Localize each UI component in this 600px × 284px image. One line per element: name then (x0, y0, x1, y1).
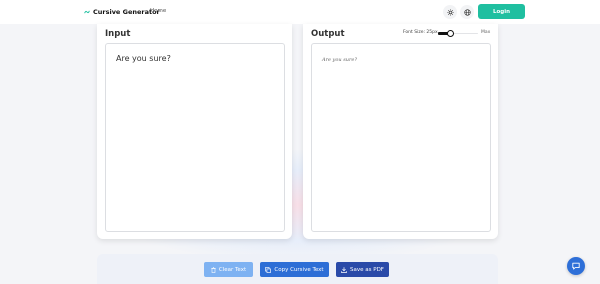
nav-link-home[interactable]: Home (150, 8, 166, 14)
input-panel-title: Input (105, 29, 131, 39)
output-panel: Output Are you sure? (303, 24, 498, 239)
brand-logo-icon (84, 10, 90, 14)
slider-thumb[interactable] (446, 29, 454, 37)
top-navigation-bar: Cursive Generator Home Login (0, 0, 600, 24)
chat-icon (572, 262, 580, 270)
language-button[interactable] (460, 5, 474, 19)
clear-text-label: Clear Text (218, 266, 247, 273)
output-panel-title: Output (311, 29, 345, 39)
font-size-max-label: Max (481, 30, 491, 35)
action-bar: Clear Text Copy Cursive Text Save as PDF (97, 254, 498, 284)
trash-icon (211, 266, 216, 273)
font-size-label: Font Size: 25px (403, 30, 438, 35)
save-as-pdf-label: Save as PDF (350, 266, 384, 273)
font-size-slider[interactable] (438, 29, 478, 37)
globe-icon (463, 8, 471, 16)
chat-button[interactable] (567, 257, 585, 275)
login-button[interactable]: Login (478, 4, 525, 19)
output-cursive-text: Are you sure? (322, 57, 358, 63)
input-panel: Input Are you sure? (97, 24, 292, 239)
output-box: Are you sure? (311, 43, 491, 232)
copy-cursive-text-label: Copy Cursive Text (274, 266, 324, 273)
input-textarea[interactable]: Are you sure? (105, 43, 285, 232)
theme-toggle-button[interactable] (443, 5, 457, 19)
input-text: Are you sure? (116, 54, 171, 63)
sun-icon (446, 8, 454, 16)
save-as-pdf-button[interactable]: Save as PDF (336, 262, 389, 277)
clear-text-button[interactable]: Clear Text (204, 262, 253, 277)
brand[interactable]: Cursive Generator (84, 7, 160, 17)
copy-icon (265, 266, 272, 273)
copy-cursive-text-button[interactable]: Copy Cursive Text (260, 262, 329, 277)
download-icon (341, 266, 347, 273)
